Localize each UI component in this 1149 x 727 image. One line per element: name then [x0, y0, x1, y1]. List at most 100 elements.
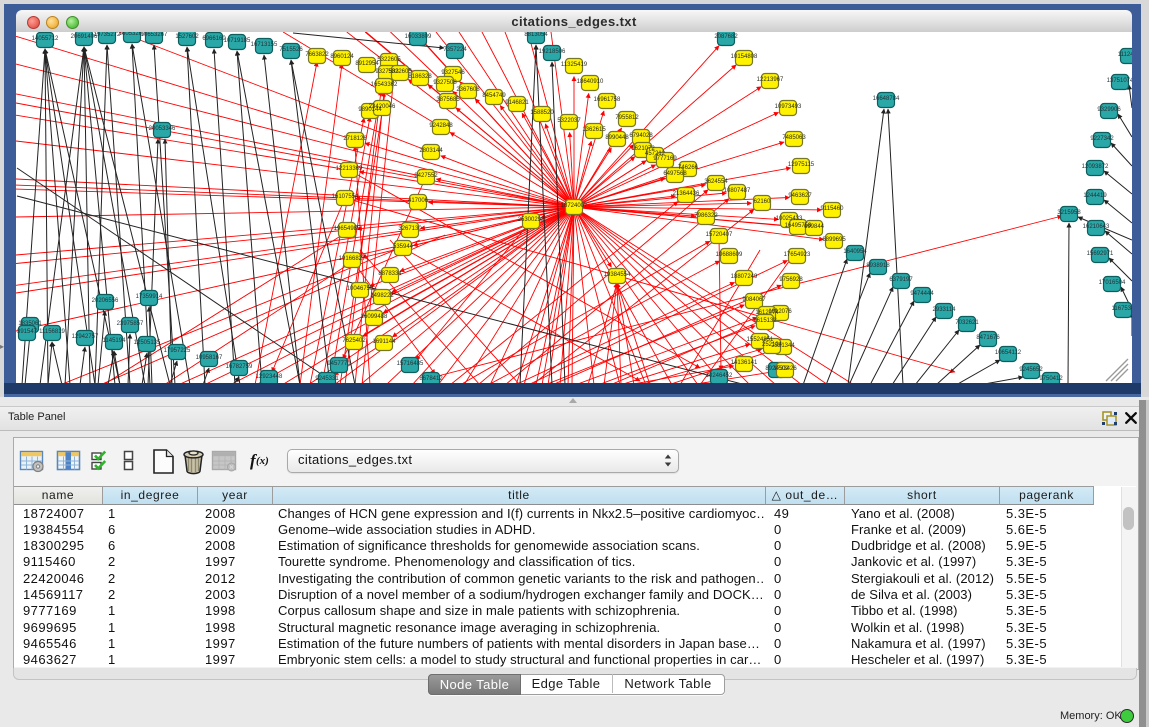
svg-text:7663822: 7663822	[305, 52, 329, 58]
svg-text:1498222: 1498222	[370, 293, 394, 299]
svg-text:9327546: 9327546	[441, 70, 465, 76]
svg-text:16648784: 16648784	[873, 96, 900, 102]
svg-text:1527602: 1527602	[175, 34, 199, 40]
svg-text:1112453: 1112453	[1118, 52, 1132, 58]
svg-text:10246452: 10246452	[706, 373, 733, 379]
svg-text:10958167: 10958167	[196, 355, 223, 361]
svg-text:9463627: 9463627	[788, 193, 812, 199]
svg-text:19735272: 19735272	[94, 32, 121, 38]
svg-text:10025433: 10025433	[776, 216, 803, 222]
svg-text:699844: 699844	[804, 224, 825, 230]
svg-text:7515526: 7515526	[279, 47, 303, 53]
svg-text:20206556: 20206556	[92, 298, 119, 304]
svg-text:16543362: 16543362	[371, 82, 398, 88]
svg-text:15716485: 15716485	[397, 361, 424, 367]
svg-text:15720407: 15720407	[706, 232, 733, 238]
svg-text:2803144: 2803144	[419, 148, 443, 154]
svg-text:62160: 62160	[754, 199, 771, 205]
svg-text:10046758: 10046758	[347, 286, 374, 292]
svg-text:1167534: 1167534	[1112, 306, 1132, 312]
svg-text:9327508: 9327508	[433, 80, 457, 86]
svg-text:10688609: 10688609	[716, 252, 743, 258]
svg-text:3267130: 3267130	[398, 226, 422, 232]
svg-text:6899695: 6899695	[822, 237, 846, 243]
svg-text:17359914: 17359914	[136, 294, 163, 300]
svg-text:8471676: 8471676	[976, 335, 1000, 341]
svg-text:7485063: 7485063	[782, 135, 806, 141]
svg-text:9146821: 9146821	[505, 100, 529, 106]
svg-text:1640954: 1640954	[843, 249, 867, 255]
svg-text:9242848: 9242848	[429, 123, 453, 129]
svg-text:10653267: 10653267	[141, 32, 168, 38]
svg-text:2718126: 2718126	[343, 136, 367, 142]
svg-text:9245652: 9245652	[1019, 367, 1043, 373]
svg-text:9474444: 9474444	[910, 291, 934, 297]
svg-text:9457771: 9457771	[327, 361, 351, 367]
svg-text:252134: 252134	[762, 342, 783, 348]
svg-text:9245331: 9245331	[315, 376, 339, 382]
svg-text:2933114: 2933114	[933, 307, 957, 313]
svg-text:7032621: 7032621	[955, 320, 979, 326]
svg-text:8878334: 8878334	[378, 271, 402, 277]
svg-text:23420046: 23420046	[369, 104, 396, 110]
svg-text:11325419: 11325419	[561, 62, 588, 68]
svg-text:8454749: 8454749	[482, 93, 506, 99]
svg-text:12213369: 12213369	[336, 166, 363, 172]
svg-text:12942757: 12942757	[72, 334, 99, 340]
svg-text:8990448: 8990448	[605, 135, 629, 141]
svg-text:1612074: 1612074	[755, 310, 779, 316]
svg-text:1244419: 1244419	[1083, 193, 1107, 199]
svg-text:11156819: 11156819	[39, 329, 65, 335]
svg-text:2087682: 2087682	[714, 34, 738, 40]
svg-text:9777169: 9777169	[653, 156, 677, 162]
svg-text:18724007: 18724007	[561, 203, 588, 209]
svg-text:23975857: 23975857	[117, 321, 144, 327]
svg-text:16782759: 16782759	[226, 364, 253, 370]
svg-text:7955812: 7955812	[615, 115, 639, 121]
svg-text:8813054: 8813054	[524, 32, 548, 38]
svg-text:10973493: 10973493	[775, 104, 802, 110]
svg-text:9750412: 9750412	[1039, 376, 1063, 382]
svg-text:12505135: 12505135	[134, 340, 161, 346]
svg-text:16210643: 16210643	[1083, 224, 1110, 230]
svg-text:17016504: 17016504	[1099, 280, 1126, 286]
svg-text:19218506: 19218506	[539, 49, 566, 55]
svg-text:18807249: 18807249	[731, 274, 758, 280]
svg-text:16961758: 16961758	[594, 97, 621, 103]
svg-text:3875685: 3875685	[436, 97, 460, 103]
svg-text:7357224: 7357224	[443, 47, 467, 53]
svg-text:12213967: 12213967	[757, 77, 784, 83]
svg-text:3624554: 3624554	[704, 179, 728, 185]
svg-text:3215958: 3215958	[1057, 210, 1081, 216]
svg-text:1588520: 1588520	[530, 110, 554, 116]
svg-text:19654985: 19654985	[334, 226, 361, 232]
svg-text:17654923: 17654923	[784, 252, 811, 258]
svg-text:18640910: 18640910	[577, 79, 604, 85]
svg-text:1835061: 1835061	[18, 321, 42, 327]
svg-text:2367608: 2367608	[456, 87, 480, 93]
svg-text:6497568: 6497568	[663, 171, 687, 177]
svg-text:12975115: 12975115	[788, 162, 815, 168]
svg-text:9115460: 9115460	[821, 206, 845, 212]
svg-text:(x): (x)	[256, 455, 269, 467]
svg-text:16099488: 16099488	[361, 314, 388, 320]
svg-text:535944: 535944	[393, 244, 414, 250]
svg-text:1362615: 1362615	[582, 127, 606, 133]
svg-text:9227342: 9227342	[1090, 136, 1114, 142]
svg-text:16033809: 16033809	[405, 34, 432, 40]
svg-text:12093872: 12093872	[1082, 164, 1109, 170]
svg-text:391547: 391547	[17, 329, 38, 335]
svg-text:8678412: 8678412	[419, 376, 443, 382]
svg-text:8427552: 8427552	[414, 173, 438, 179]
svg-text:5322037: 5322037	[557, 118, 581, 124]
svg-text:16713155: 16713155	[251, 42, 278, 48]
svg-text:10654112: 10654112	[995, 350, 1022, 356]
svg-text:10807487: 10807487	[724, 188, 751, 194]
svg-text:17957225: 17957225	[164, 348, 191, 354]
svg-text:8960124: 8960124	[330, 54, 354, 60]
svg-text:1733426: 1733426	[773, 366, 797, 372]
svg-text:8938918: 8938918	[866, 263, 890, 269]
svg-text:8912954: 8912954	[355, 61, 379, 67]
svg-text:1145194: 1145194	[103, 338, 127, 344]
svg-text:15692971: 15692971	[1087, 251, 1114, 257]
